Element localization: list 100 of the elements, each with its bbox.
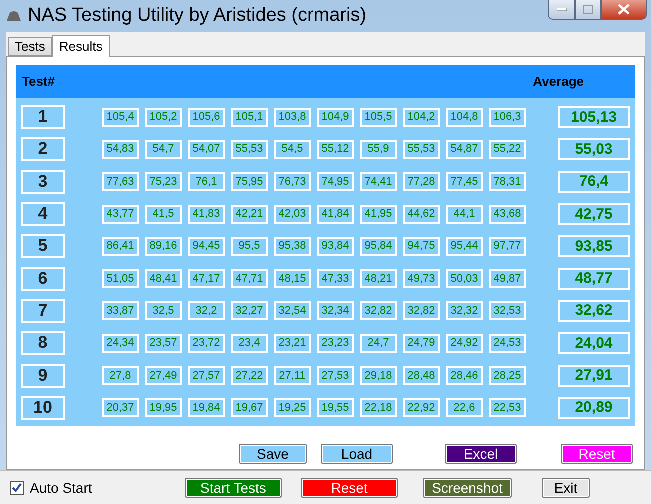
result-cell: 48,21 — [360, 269, 397, 288]
footer-button[interactable]: Start Tests — [185, 478, 282, 498]
result-cell: 105,1 — [231, 108, 268, 127]
result-cell: 76,1 — [188, 172, 225, 192]
result-cell: 105,6 — [188, 108, 225, 127]
result-cell: 54,7 — [145, 140, 182, 159]
result-cell: 32,53 — [489, 301, 526, 320]
result-cell: 22,53 — [489, 398, 526, 418]
result-cell: 44,62 — [403, 204, 440, 224]
result-cell: 48,41 — [145, 269, 182, 288]
average-cell: 20,89 — [558, 396, 630, 419]
result-cell: 41,83 — [188, 204, 225, 224]
action-button[interactable]: Excel — [445, 444, 517, 464]
result-cell: 97,77 — [489, 236, 526, 256]
result-cell: 43,77 — [102, 204, 139, 224]
result-cell: 105,5 — [360, 108, 397, 127]
result-cell: 43,68 — [489, 204, 526, 224]
checkbox-label: Auto Start — [30, 480, 94, 496]
result-cell: 94,75 — [403, 236, 440, 256]
minimize-icon — [556, 8, 566, 12]
average-cell: 93,85 — [558, 235, 630, 258]
result-cell: 95,5 — [231, 236, 268, 256]
average-cell: 76,4 — [558, 170, 630, 193]
close-icon — [618, 4, 630, 15]
result-cell: 22,18 — [360, 398, 397, 418]
result-cell: 54,87 — [446, 140, 483, 159]
result-cell: 24,92 — [446, 334, 483, 353]
result-cell: 19,25 — [274, 398, 311, 418]
result-cell: 22,92 — [403, 398, 440, 418]
result-cell: 74,41 — [360, 172, 397, 192]
result-cell: 95,44 — [446, 236, 483, 256]
column-header: Test# — [22, 74, 55, 89]
result-cell: 24,53 — [489, 334, 526, 353]
test-number: 5 — [21, 234, 65, 258]
action-button[interactable]: Load — [321, 444, 393, 464]
result-cell: 19,67 — [231, 398, 268, 418]
result-cell: 24,7 — [360, 334, 397, 353]
result-cell: 27,49 — [145, 366, 182, 386]
footer-button[interactable]: Screenshot — [423, 478, 512, 498]
result-cell: 103,8 — [274, 108, 311, 127]
result-cell: 28,48 — [403, 366, 440, 386]
test-number: 9 — [21, 364, 65, 388]
average-cell: 32,62 — [558, 300, 630, 322]
result-cell: 32,34 — [317, 301, 354, 320]
app-icon — [6, 10, 22, 22]
result-cell: 19,55 — [317, 398, 354, 418]
result-cell: 28,46 — [446, 366, 483, 386]
result-cell: 23,4 — [231, 334, 268, 353]
result-cell: 54,83 — [102, 140, 139, 159]
result-cell: 54,5 — [274, 140, 311, 159]
test-number: 10 — [21, 396, 65, 420]
result-cell: 42,03 — [274, 204, 311, 224]
result-cell: 24,79 — [403, 334, 440, 353]
result-cell: 27,8 — [102, 366, 139, 386]
test-number: 6 — [21, 266, 65, 291]
maximize-icon — [583, 5, 593, 14]
test-number: 7 — [21, 298, 65, 323]
result-cell: 29,18 — [360, 366, 397, 386]
result-cell: 55,53 — [403, 140, 440, 159]
result-cell: 32,82 — [403, 301, 440, 320]
result-cell: 55,53 — [231, 140, 268, 159]
test-number: 2 — [21, 137, 65, 162]
average-cell: 55,03 — [558, 138, 630, 160]
result-cell: 20,37 — [102, 398, 139, 418]
tab[interactable]: Results — [52, 35, 110, 57]
result-cell: 32,54 — [274, 301, 311, 320]
maximize-button[interactable] — [575, 0, 601, 20]
result-cell: 78,31 — [489, 172, 526, 192]
result-cell: 23,23 — [317, 334, 354, 353]
result-cell: 32,27 — [231, 301, 268, 320]
tab[interactable]: Tests — [8, 37, 52, 56]
result-cell: 41,5 — [145, 204, 182, 224]
average-cell: 105,13 — [558, 106, 630, 128]
result-cell: 74,95 — [317, 172, 354, 192]
result-cell: 55,12 — [317, 140, 354, 159]
test-number: 8 — [21, 331, 65, 356]
result-cell: 27,57 — [188, 366, 225, 386]
result-cell: 48,15 — [274, 269, 311, 288]
result-cell: 23,57 — [145, 334, 182, 353]
footer-button[interactable]: Exit — [542, 478, 590, 498]
result-cell: 27,11 — [274, 366, 311, 386]
action-button[interactable]: Save — [239, 444, 307, 464]
average-cell: 24,04 — [558, 332, 630, 354]
close-button[interactable] — [601, 0, 647, 20]
result-cell: 75,23 — [145, 172, 182, 192]
result-cell: 77,28 — [403, 172, 440, 192]
result-cell: 19,95 — [145, 398, 182, 418]
result-cell: 42,21 — [231, 204, 268, 224]
result-cell: 32,5 — [145, 301, 182, 320]
result-cell: 19,84 — [188, 398, 225, 418]
test-number: 4 — [21, 202, 65, 226]
auto-start-checkbox[interactable] — [10, 480, 24, 494]
footer-button[interactable]: Reset — [301, 478, 398, 498]
minimize-button[interactable] — [548, 0, 575, 20]
result-cell: 77,63 — [102, 172, 139, 192]
result-cell: 93,84 — [317, 236, 354, 256]
result-cell: 55,9 — [360, 140, 397, 159]
result-cell: 27,22 — [231, 366, 268, 386]
result-cell: 105,4 — [102, 108, 139, 127]
result-cell: 105,2 — [145, 108, 182, 127]
